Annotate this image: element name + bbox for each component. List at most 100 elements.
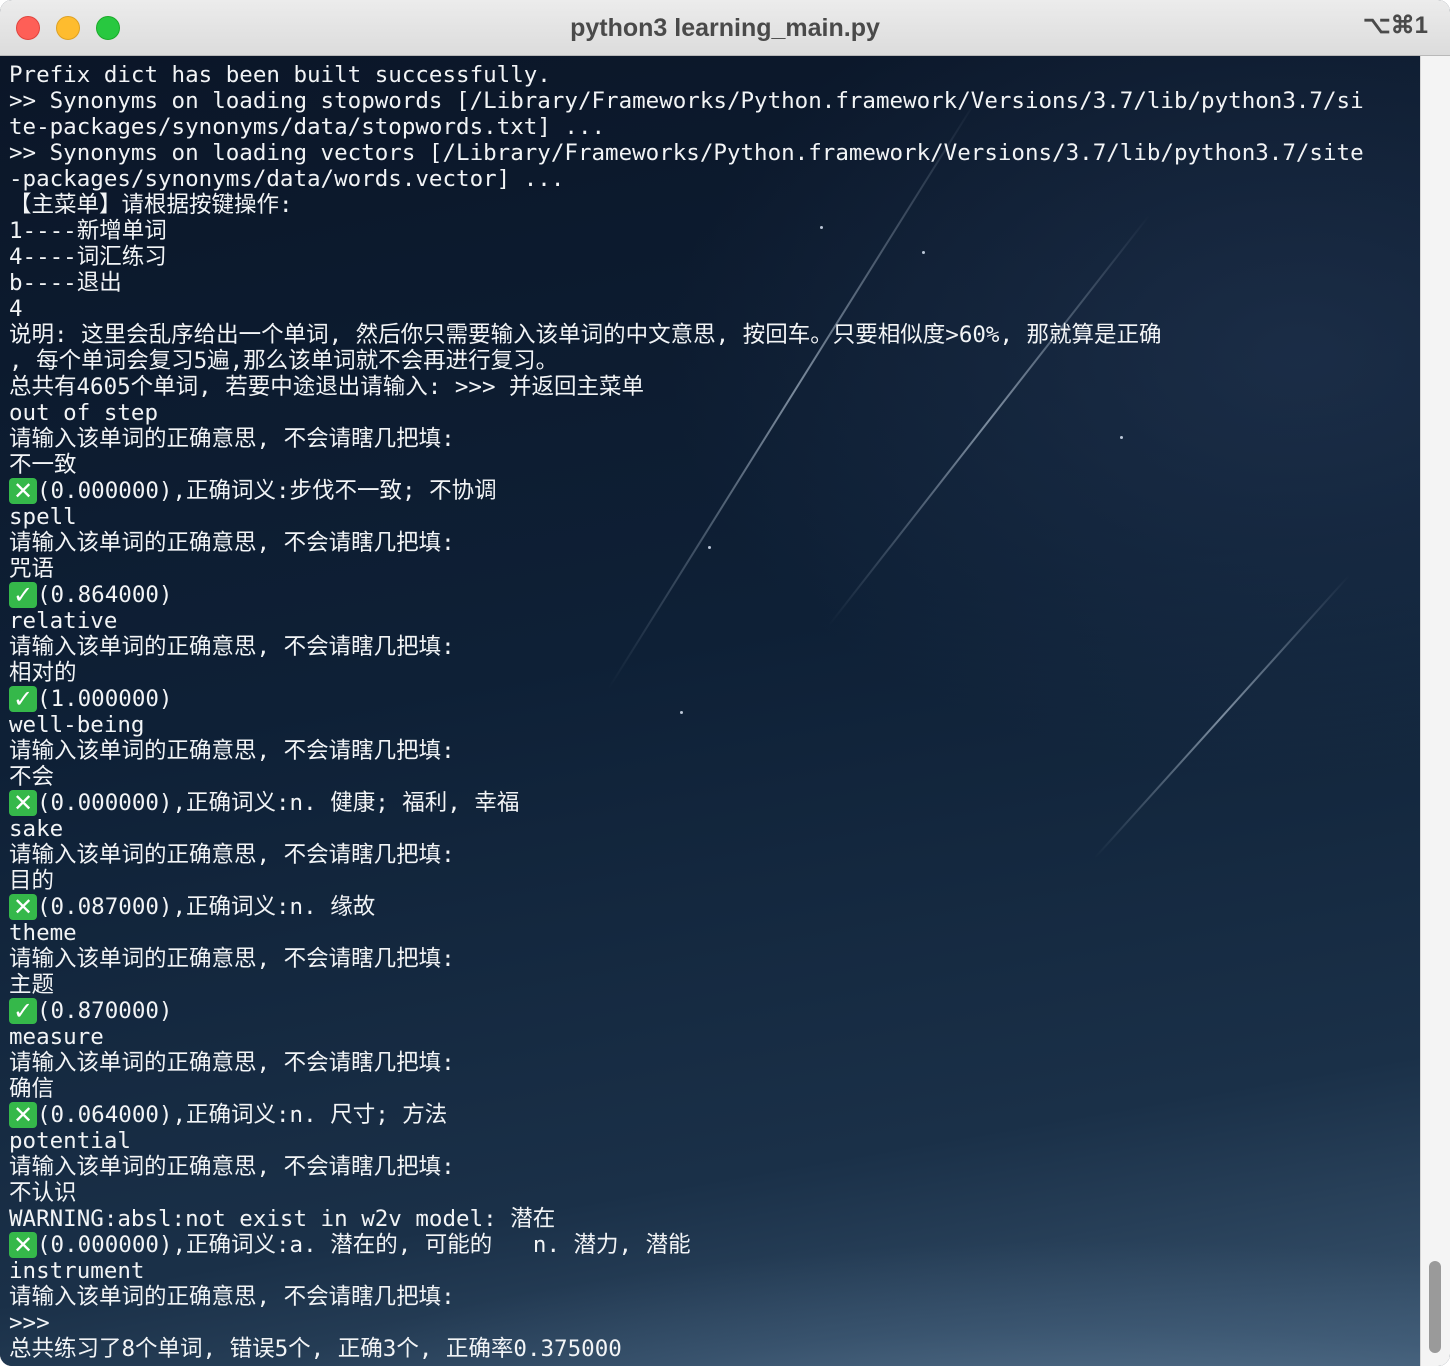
terminal-line-text: >> Synonyms on loading stopwords [/Libra… bbox=[9, 88, 1364, 114]
terminal-line: 请输入该单词的正确意思, 不会请瞎几把填: bbox=[9, 1284, 1414, 1310]
terminal-line: 1----新增单词 bbox=[9, 218, 1414, 244]
terminal-line: 4 bbox=[9, 296, 1414, 322]
terminal-line-text: 请输入该单词的正确意思, 不会请瞎几把填: bbox=[9, 1154, 455, 1180]
terminal-line: measure bbox=[9, 1024, 1414, 1050]
terminal-line-text: (0.000000),正确词义:a. 潜在的, 可能的 n. 潜力, 潜能 bbox=[37, 1232, 691, 1258]
terminal-line-text: (0.087000),正确词义:n. 缘故 bbox=[37, 894, 376, 920]
terminal-line: 确信 bbox=[9, 1076, 1414, 1102]
terminal-line: 不认识 bbox=[9, 1180, 1414, 1206]
terminal-line: theme bbox=[9, 920, 1414, 946]
terminal-line-text: (0.000000),正确词义:步伐不一致; 不协调 bbox=[37, 478, 497, 504]
terminal-line-text: instrument bbox=[9, 1258, 145, 1284]
terminal-line-text: 相对的 bbox=[9, 660, 77, 686]
terminal-line: potential bbox=[9, 1128, 1414, 1154]
terminal-line-text: 请输入该单词的正确意思, 不会请瞎几把填: bbox=[9, 1284, 455, 1310]
terminal-line-text: 请输入该单词的正确意思, 不会请瞎几把填: bbox=[9, 738, 455, 764]
terminal-line: 相对的 bbox=[9, 660, 1414, 686]
terminal-line: , 每个单词会复习5遍,那么该单词就不会再进行复习。 bbox=[9, 348, 1414, 374]
terminal-line-text: >> Synonyms on loading vectors [/Library… bbox=[9, 140, 1364, 166]
check-mark-icon: ✓ bbox=[9, 582, 37, 608]
terminal-line-text: (1.000000) bbox=[37, 686, 173, 712]
terminal-line: 目的 bbox=[9, 868, 1414, 894]
terminal-line-text: 咒语 bbox=[9, 556, 55, 582]
terminal-line-text: b----退出 bbox=[9, 270, 122, 296]
window-shortcut: ⌥⌘1 bbox=[1362, 12, 1428, 39]
terminal-line: well-being bbox=[9, 712, 1414, 738]
terminal-line-text: 请输入该单词的正确意思, 不会请瞎几把填: bbox=[9, 1050, 455, 1076]
terminal-line-text: 目的 bbox=[9, 868, 55, 894]
terminal-line: 4----词汇练习 bbox=[9, 244, 1414, 270]
terminal-line-text: (0.000000),正确词义:n. 健康; 福利, 幸福 bbox=[37, 790, 520, 816]
terminal-line: -packages/synonyms/data/words.vector] ..… bbox=[9, 166, 1414, 192]
terminal-line: b----退出 bbox=[9, 270, 1414, 296]
terminal-line: instrument bbox=[9, 1258, 1414, 1284]
terminal-line: ✕ (0.000000),正确词义:步伐不一致; 不协调 bbox=[9, 478, 1414, 504]
terminal-line-text: 4----词汇练习 bbox=[9, 244, 167, 270]
title-bar[interactable]: python3 learning_main.py ⌥⌘1 bbox=[0, 0, 1450, 56]
terminal-line-text: measure bbox=[9, 1024, 104, 1050]
terminal-line: ✕ (0.064000),正确词义:n. 尺寸; 方法 bbox=[9, 1102, 1414, 1128]
terminal-line: 请输入该单词的正确意思, 不会请瞎几把填: bbox=[9, 1154, 1414, 1180]
terminal-line: ✕ (0.000000),正确词义:n. 健康; 福利, 幸福 bbox=[9, 790, 1414, 816]
terminal-line-text: relative bbox=[9, 608, 118, 634]
terminal-output[interactable]: Prefix dict has been built successfully.… bbox=[0, 56, 1420, 1366]
terminal-line-text: spell bbox=[9, 504, 77, 530]
terminal-line: >>> bbox=[9, 1310, 1414, 1336]
terminal-line-text: 主题 bbox=[9, 972, 55, 998]
terminal-line-text: 请输入该单词的正确意思, 不会请瞎几把填: bbox=[9, 530, 455, 556]
terminal-line-text: 不会 bbox=[9, 764, 55, 790]
terminal-line-text: theme bbox=[9, 920, 77, 946]
terminal-line: >> Synonyms on loading stopwords [/Libra… bbox=[9, 88, 1414, 114]
terminal-window: python3 learning_main.py ⌥⌘1 Prefix dict… bbox=[0, 0, 1450, 1366]
terminal-line-text: 总共练习了8个单词, 错误5个, 正确3个, 正确率0.375000 bbox=[9, 1336, 622, 1362]
terminal-line: ✕ (0.000000),正确词义:a. 潜在的, 可能的 n. 潜力, 潜能 bbox=[9, 1232, 1414, 1258]
terminal-line: 请输入该单词的正确意思, 不会请瞎几把填: bbox=[9, 634, 1414, 660]
terminal-line-text: >>> bbox=[9, 1310, 50, 1336]
terminal-line: ✓ (1.000000) bbox=[9, 686, 1414, 712]
vertical-scrollbar[interactable] bbox=[1420, 56, 1450, 1366]
terminal-line-text: 【主菜单】请根据按键操作: bbox=[9, 192, 293, 218]
terminal-line: ✓ (0.864000) bbox=[9, 582, 1414, 608]
terminal-line: te-packages/synonyms/data/stopwords.txt]… bbox=[9, 114, 1414, 140]
cross-mark-icon: ✕ bbox=[9, 478, 37, 504]
terminal-line-text: WARNING:absl:not exist in w2v model: 潜在 bbox=[9, 1206, 556, 1232]
terminal-line: 请输入该单词的正确意思, 不会请瞎几把填: bbox=[9, 842, 1414, 868]
cross-mark-icon: ✕ bbox=[9, 790, 37, 816]
terminal-line-text: 请输入该单词的正确意思, 不会请瞎几把填: bbox=[9, 634, 455, 660]
terminal-line: 请输入该单词的正确意思, 不会请瞎几把填: bbox=[9, 1050, 1414, 1076]
terminal-line-text: , 每个单词会复习5遍,那么该单词就不会再进行复习。 bbox=[9, 348, 559, 374]
terminal-line: spell bbox=[9, 504, 1414, 530]
terminal-line: 总共练习了8个单词, 错误5个, 正确3个, 正确率0.375000 bbox=[9, 1336, 1414, 1362]
terminal-line-text: 确信 bbox=[9, 1076, 55, 1102]
terminal-line: out of step bbox=[9, 400, 1414, 426]
terminal-line-text: 请输入该单词的正确意思, 不会请瞎几把填: bbox=[9, 946, 455, 972]
terminal-line: Prefix dict has been built successfully. bbox=[9, 62, 1414, 88]
terminal-line-text: -packages/synonyms/data/words.vector] ..… bbox=[9, 166, 565, 192]
terminal-line-text: 4 bbox=[9, 296, 23, 322]
terminal-line: ✕ (0.087000),正确词义:n. 缘故 bbox=[9, 894, 1414, 920]
terminal-line: 总共有4605个单词, 若要中途退出请输入: >>> 并返回主菜单 bbox=[9, 374, 1414, 400]
scrollbar-thumb[interactable] bbox=[1429, 1261, 1441, 1353]
terminal-line: 请输入该单词的正确意思, 不会请瞎几把填: bbox=[9, 426, 1414, 452]
check-mark-icon: ✓ bbox=[9, 686, 37, 712]
terminal-line-text: 不一致 bbox=[9, 452, 77, 478]
terminal-line: 不会 bbox=[9, 764, 1414, 790]
terminal-line-text: (0.870000) bbox=[37, 998, 173, 1024]
terminal-line-text: well-being bbox=[9, 712, 145, 738]
cross-mark-icon: ✕ bbox=[9, 1102, 37, 1128]
terminal-line-text: sake bbox=[9, 816, 64, 842]
terminal-line-text: 总共有4605个单词, 若要中途退出请输入: >>> 并返回主菜单 bbox=[9, 374, 645, 400]
cross-mark-icon: ✕ bbox=[9, 894, 37, 920]
terminal-line: 请输入该单词的正确意思, 不会请瞎几把填: bbox=[9, 946, 1414, 972]
terminal-line-text: out of step bbox=[9, 400, 159, 426]
terminal-line: 请输入该单词的正确意思, 不会请瞎几把填: bbox=[9, 738, 1414, 764]
window-title: python3 learning_main.py bbox=[570, 14, 880, 42]
terminal-line: 不一致 bbox=[9, 452, 1414, 478]
terminal-line-text: 请输入该单词的正确意思, 不会请瞎几把填: bbox=[9, 426, 455, 452]
terminal-line: 咒语 bbox=[9, 556, 1414, 582]
terminal-line-text: Prefix dict has been built successfully. bbox=[9, 62, 551, 88]
terminal-line: sake bbox=[9, 816, 1414, 842]
check-mark-icon: ✓ bbox=[9, 998, 37, 1024]
terminal-line-text: (0.864000) bbox=[37, 582, 173, 608]
terminal-line-text: 说明: 这里会乱序给出一个单词, 然后你只需要输入该单词的中文意思, 按回车。只… bbox=[9, 322, 1162, 348]
